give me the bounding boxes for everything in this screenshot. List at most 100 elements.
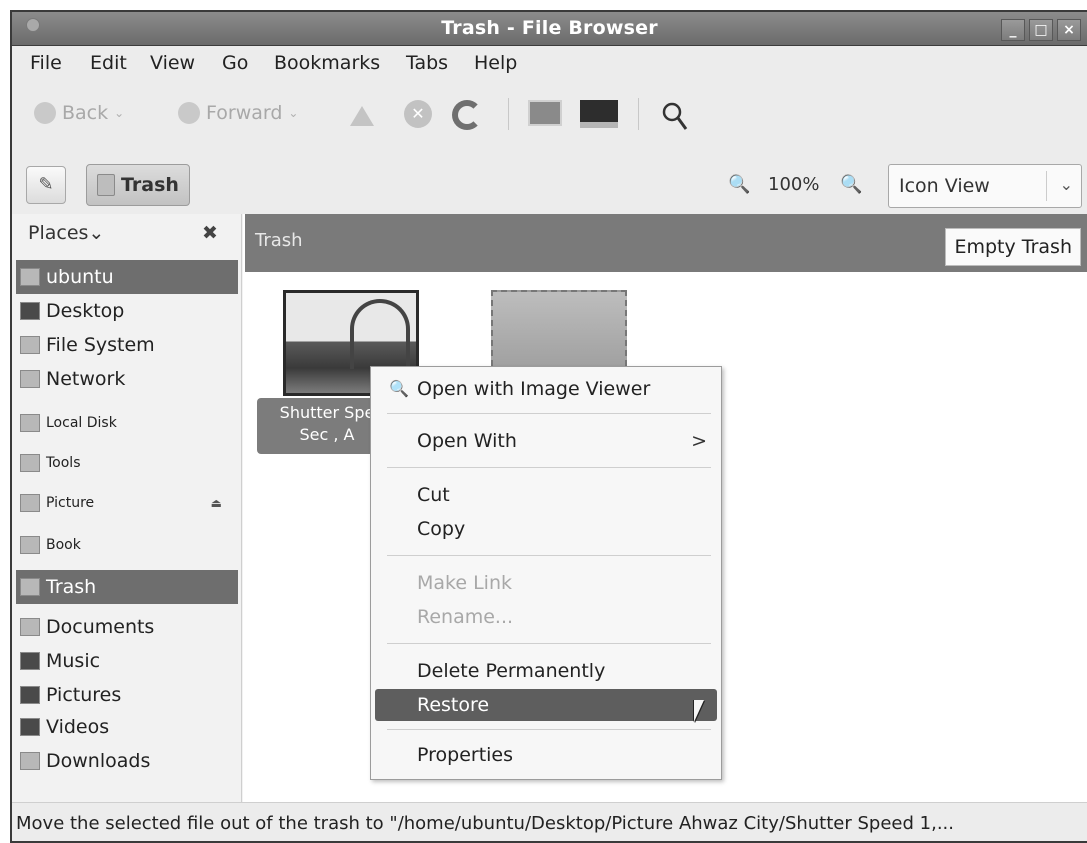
sidebar-item-book[interactable]: Book (16, 528, 238, 562)
menu-edit[interactable]: Edit (90, 52, 127, 74)
menu-item-label: Properties (417, 744, 514, 766)
reload-icon[interactable] (452, 100, 482, 130)
menu-separator (387, 413, 711, 414)
menu-item-label: Restore (417, 694, 490, 716)
menu-bookmarks[interactable]: Bookmarks (274, 52, 380, 74)
minimize-button[interactable]: _ (1001, 19, 1025, 41)
menu-item-open-with[interactable]: Open With > (375, 425, 717, 457)
menu-item-delete-permanently[interactable]: Delete Permanently (375, 655, 717, 687)
forward-label: Forward (206, 102, 283, 124)
desktop-icon (20, 302, 40, 320)
eject-icon[interactable]: ⏏ (211, 496, 222, 510)
menu-view[interactable]: View (150, 52, 195, 74)
menu-item-restore[interactable]: Restore (375, 689, 717, 721)
up-arrow-icon[interactable] (350, 106, 374, 126)
menu-separator (387, 555, 711, 556)
maximize-button[interactable]: □ (1029, 19, 1053, 41)
menu-separator (387, 467, 711, 468)
chevron-down-icon: ⌄ (1059, 175, 1073, 194)
menu-item-properties[interactable]: Properties (375, 739, 717, 771)
sidebar-item-label: ubuntu (46, 266, 114, 288)
sidebar-item-pictures[interactable]: Pictures (16, 678, 238, 712)
sidebar-item-downloads[interactable]: Downloads (16, 744, 238, 778)
videos-folder-icon (20, 718, 40, 736)
breadcrumb-trash[interactable]: Trash (86, 164, 190, 206)
sidebar-item-picture[interactable]: Picture ⏏ (16, 486, 238, 520)
menu-separator (387, 729, 711, 730)
forward-history-chevron-icon[interactable]: ⌄ (288, 106, 298, 120)
menu-help[interactable]: Help (474, 52, 517, 74)
home-folder-icon (20, 268, 40, 286)
sidebar-item-music[interactable]: Music (16, 644, 238, 678)
sidebar-item-file-system[interactable]: File System (16, 328, 238, 362)
menu-item-rename: Rename... (375, 601, 717, 633)
select-divider (1046, 171, 1047, 201)
menu-tabs[interactable]: Tabs (406, 52, 448, 74)
zoom-level: 100% (768, 174, 820, 195)
places-sidebar: Places⌄ ✖ ubuntu Desktop File System Net… (12, 214, 242, 802)
menu-item-copy[interactable]: Copy (375, 513, 717, 545)
image-viewer-icon: 🔍 (389, 379, 409, 398)
empty-trash-button[interactable]: Empty Trash (945, 228, 1081, 266)
back-history-chevron-icon[interactable]: ⌄ (114, 106, 124, 120)
music-folder-icon (20, 652, 40, 670)
sidebar-item-label: Book (46, 537, 81, 553)
sidebar-item-network[interactable]: Network (16, 362, 238, 396)
forward-button[interactable]: Forward ⌄ (178, 96, 298, 130)
search-icon[interactable] (662, 102, 688, 132)
sidebar-item-label: File System (46, 334, 155, 356)
zoom-out-icon[interactable]: 🔍 (728, 174, 750, 195)
drive-icon (20, 336, 40, 354)
zoom-in-icon[interactable]: 🔍 (840, 174, 862, 195)
sidebar-item-ubuntu[interactable]: ubuntu (16, 260, 238, 294)
view-mode-value: Icon View (899, 175, 990, 197)
sidebar-item-label: Downloads (46, 750, 151, 772)
trash-icon (20, 578, 40, 596)
location-bar: ✎ Trash 🔍 100% 🔍 Icon View ⌄ (12, 158, 1087, 214)
menu-item-cut[interactable]: Cut (375, 479, 717, 511)
context-menu: 🔍 Open with Image Viewer Open With > Cut… (370, 366, 722, 780)
menu-item-label: Make Link (417, 572, 512, 594)
sidebar-item-trash[interactable]: Trash (16, 570, 238, 604)
title-bar[interactable]: Trash - File Browser _ □ × (12, 12, 1087, 46)
stop-icon[interactable]: ✕ (404, 100, 432, 128)
trash-info-bar: Trash Empty Trash (245, 214, 1087, 272)
sidebar-item-label: Picture (46, 495, 95, 511)
sidebar-item-desktop[interactable]: Desktop (16, 294, 238, 328)
sidebar-item-label: Videos (46, 716, 110, 738)
places-label: Places (28, 222, 89, 244)
bridge-arch-shape (350, 299, 410, 369)
menu-go[interactable]: Go (222, 52, 248, 74)
sidebar-item-documents[interactable]: Documents (16, 610, 238, 644)
edit-location-button[interactable]: ✎ (26, 166, 66, 204)
menu-item-label: Open With (417, 430, 517, 452)
sidebar-item-local-disk[interactable]: Local Disk (16, 406, 238, 440)
computer-icon[interactable] (580, 100, 618, 128)
location-title: Trash (255, 230, 303, 251)
sidebar-item-tools[interactable]: Tools (16, 446, 238, 480)
forward-arrow-icon (178, 102, 200, 124)
status-text: Move the selected file out of the trash … (16, 813, 954, 834)
menu-file[interactable]: File (30, 52, 62, 74)
breadcrumb-label: Trash (121, 174, 179, 196)
menu-item-open-with-image-viewer[interactable]: 🔍 Open with Image Viewer (375, 373, 717, 405)
view-mode-select[interactable]: Icon View ⌄ (888, 164, 1082, 208)
sidebar-item-label: Trash (46, 576, 97, 598)
sidebar-item-label: Tools (46, 455, 81, 471)
menu-item-label: Delete Permanently (417, 660, 606, 682)
home-folder-icon[interactable] (528, 100, 562, 126)
trash-icon (97, 174, 115, 196)
menu-item-make-link: Make Link (375, 567, 717, 599)
close-button[interactable]: × (1057, 19, 1081, 41)
menu-item-label: Rename... (417, 606, 514, 628)
places-dropdown[interactable]: Places⌄ (28, 222, 104, 244)
sidebar-item-label: Desktop (46, 300, 125, 322)
drive-icon (20, 454, 40, 472)
back-button[interactable]: Back ⌄ (34, 96, 124, 130)
menu-separator (387, 643, 711, 644)
file-browser-window: Trash - File Browser _ □ × File Edit Vie… (10, 10, 1087, 843)
window-title: Trash - File Browser (441, 17, 658, 39)
close-sidebar-icon[interactable]: ✖ (202, 222, 218, 244)
sidebar-item-videos[interactable]: Videos (16, 710, 238, 744)
back-label: Back (62, 102, 109, 124)
